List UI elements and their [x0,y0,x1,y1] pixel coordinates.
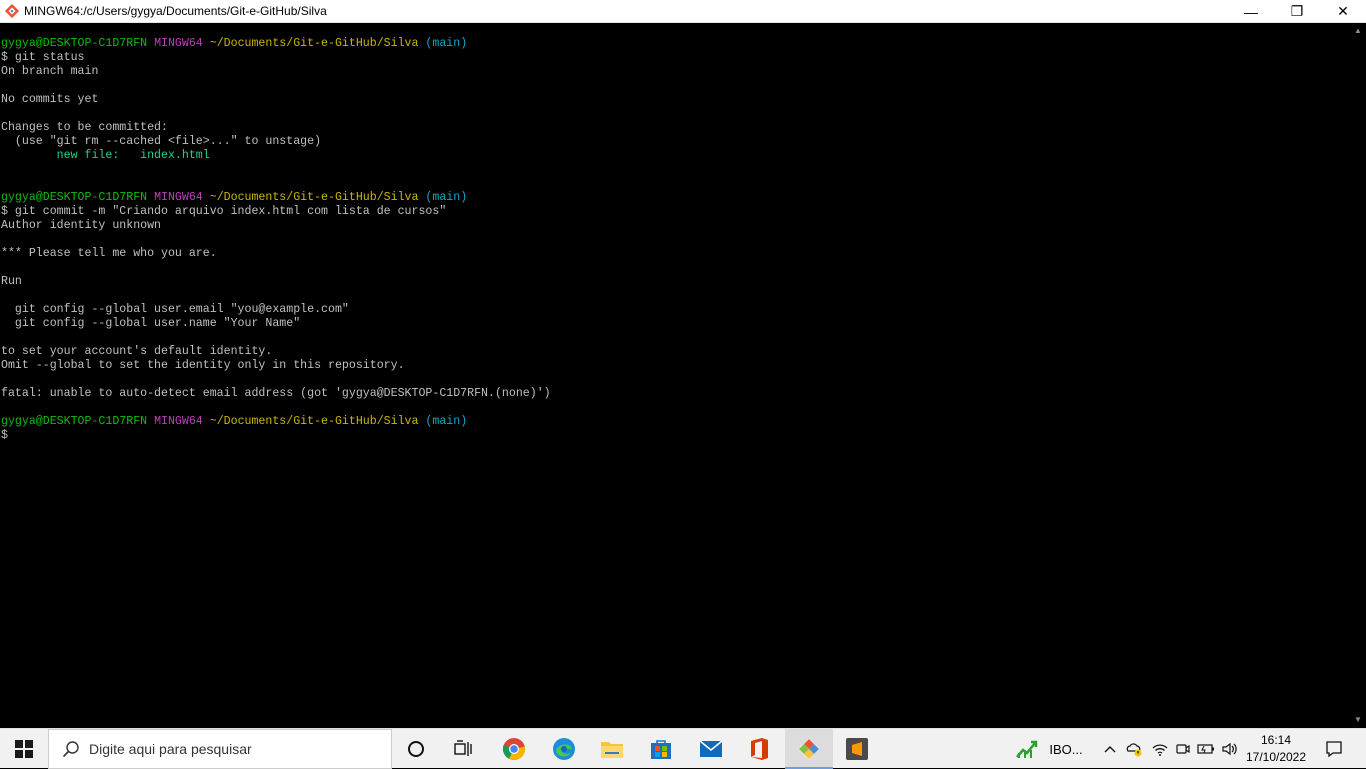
start-button[interactable] [0,729,48,769]
terminal-segment: MINGW64 [154,191,210,204]
file-explorer-icon[interactable] [588,729,636,769]
terminal-line: $ git status [1,51,1350,65]
office-icon[interactable] [735,729,783,769]
terminal-segment: (main) [425,191,468,204]
terminal-segment: $ [1,429,8,442]
git-bash-taskbar-icon[interactable] [785,729,833,769]
terminal-segment: *** Please tell me who you are. [1,247,217,260]
terminal-segment: (main) [425,415,468,428]
clock-date: 17/10/2022 [1245,750,1307,764]
close-button[interactable]: ✕ [1320,0,1366,23]
terminal-line: Omit --global to set the identity only i… [1,359,1350,373]
terminal-segment: Author identity unknown [1,219,162,232]
terminal-line: to set your account's default identity. [1,345,1350,359]
volume-icon[interactable] [1220,729,1240,769]
window-title: MINGW64:/c/Users/gygya/Documents/Git-e-G… [24,4,327,18]
task-view-icon[interactable] [440,729,488,769]
taskbar: Digite aqui para pesquisar IBO... 16:14 … [0,728,1366,769]
chevron-up-icon[interactable] [1102,729,1118,769]
edge-icon[interactable] [540,729,588,769]
terminal-line: $ git commit -m "Criando arquivo index.h… [1,205,1350,219]
terminal-line: new file: index.html [1,149,1350,163]
battery-icon[interactable] [1196,729,1216,769]
terminal-output[interactable]: gygya@DESKTOP-C1D7RFN MINGW64 ~/Document… [0,23,1350,728]
terminal-segment: git config --global user.email "you@exam… [1,303,349,316]
mail-icon[interactable] [687,729,735,769]
terminal-segment: (main) [425,37,468,50]
terminal-line: git config --global user.email "you@exam… [1,303,1350,317]
terminal-segment: git config --global user.name "Your Name… [1,317,301,330]
chrome-icon[interactable] [490,729,538,769]
onedrive-warning-icon[interactable] [1124,729,1144,769]
terminal-line: Author identity unknown [1,219,1350,233]
search-placeholder: Digite aqui para pesquisar [89,741,252,757]
terminal-line: git config --global user.name "Your Name… [1,317,1350,331]
cortana-icon[interactable] [392,729,440,769]
terminal-segment: ~/Documents/Git-e-GitHub/Silva [209,191,426,204]
meet-now-icon[interactable] [1174,729,1192,769]
terminal-segment: No commits yet [1,93,99,106]
terminal-segment: Omit --global to set the identity only i… [1,359,405,372]
terminal-segment: fatal: unable to auto-detect email addre… [1,387,551,400]
terminal-segment: $ git commit -m "Criando arquivo index.h… [1,205,447,218]
terminal-segment: gygya@DESKTOP-C1D7RFN [1,37,155,50]
terminal-line: On branch main [1,65,1350,79]
terminal-segment: MINGW64 [154,415,210,428]
tray-app-label[interactable]: IBO... [1044,729,1088,769]
terminal-segment: gygya@DESKTOP-C1D7RFN [1,191,155,204]
windows-icon [15,740,33,758]
terminal-line: Run [1,275,1350,289]
terminal-line: fatal: unable to auto-detect email addre… [1,387,1350,401]
terminal-line: gygya@DESKTOP-C1D7RFN MINGW64 ~/Document… [1,415,1350,429]
scroll-up-icon[interactable]: ▲ [1350,25,1366,37]
terminal-segment: $ git status [1,51,85,64]
terminal-segment: to set your account's default identity. [1,345,273,358]
maximize-button[interactable]: ❐ [1274,0,1320,23]
terminal-segment: gygya@DESKTOP-C1D7RFN [1,415,155,428]
terminal-line: Changes to be committed: [1,121,1350,135]
terminal-segment: ~/Documents/Git-e-GitHub/Silva [209,415,426,428]
terminal-segment: new file: index.html [1,149,210,162]
sublime-text-icon[interactable] [833,729,881,769]
terminal-lines: gygya@DESKTOP-C1D7RFN MINGW64 ~/Document… [0,23,1350,443]
taskbar-search[interactable]: Digite aqui para pesquisar [48,729,392,769]
terminal-segment: Changes to be committed: [1,121,168,134]
terminal-line: No commits yet [1,93,1350,107]
notification-icon[interactable] [1316,729,1352,769]
terminal-line: *** Please tell me who you are. [1,247,1350,261]
window-titlebar[interactable]: MINGW64:/c/Users/gygya/Documents/Git-e-G… [0,0,1366,23]
terminal-scrollbar[interactable]: ▲ ▼ [1350,23,1366,728]
terminal-segment: (use "git rm --cached <file>..." to unst… [1,135,322,148]
terminal-segment: On branch main [1,65,99,78]
terminal-line: gygya@DESKTOP-C1D7RFN MINGW64 ~/Document… [1,191,1350,205]
terminal-segment: MINGW64 [154,37,210,50]
terminal-line: gygya@DESKTOP-C1D7RFN MINGW64 ~/Document… [1,37,1350,51]
wifi-icon[interactable] [1150,729,1170,769]
stock-chart-icon[interactable] [1012,729,1042,769]
terminal-line: (use "git rm --cached <file>..." to unst… [1,135,1350,149]
search-icon [61,739,81,759]
taskbar-clock[interactable]: 16:14 17/10/2022 [1244,732,1308,766]
terminal-segment: Run [1,275,22,288]
scroll-down-icon[interactable]: ▼ [1350,714,1366,726]
terminal-segment: ~/Documents/Git-e-GitHub/Silva [209,37,426,50]
store-icon[interactable] [637,729,685,769]
terminal-line: $ [1,429,1350,443]
git-bash-icon [4,3,20,19]
clock-time: 16:14 [1260,733,1292,747]
minimize-button[interactable]: — [1228,0,1274,23]
